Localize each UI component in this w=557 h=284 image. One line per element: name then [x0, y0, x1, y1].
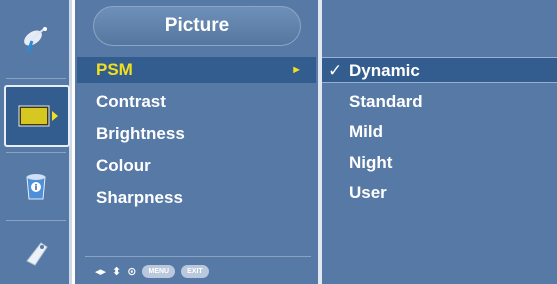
tag-icon: [26, 242, 48, 266]
sidebar-item-picture[interactable]: [4, 85, 70, 147]
svg-text:i: i: [35, 183, 38, 192]
menu-item-label: Sharpness: [96, 188, 183, 207]
submenu-item-label: Standard: [349, 92, 423, 111]
menu-item-psm[interactable]: PSM ►: [77, 57, 316, 83]
menu-item-colour[interactable]: Colour: [77, 153, 316, 179]
submenu-item-label: Night: [349, 153, 393, 172]
ok-button-icon: ⊙: [127, 265, 137, 278]
psm-submenu-panel: ✓ Dynamic Standard Mild Night User: [322, 0, 557, 284]
menu-item-label: Contrast: [96, 92, 166, 111]
sidebar-separator: [6, 78, 66, 79]
submenu-item-user[interactable]: User: [322, 180, 557, 206]
submenu-item-label: Mild: [349, 122, 383, 141]
osd-menu: i Picture PSM ► Contrast Brightness Colo…: [0, 0, 557, 284]
play-arrow-icon: ►: [291, 64, 302, 76]
menu-item-contrast[interactable]: Contrast: [77, 89, 316, 115]
submenu-item-dynamic[interactable]: ✓ Dynamic: [322, 57, 557, 83]
button-guide: ◂▸ ⬍ ⊙ MENU EXIT: [95, 261, 209, 281]
menu-item-label: PSM: [96, 60, 133, 79]
left-right-arrows-icon: ◂▸: [95, 265, 107, 278]
sidebar-separator: [6, 220, 66, 221]
exit-key-badge: EXIT: [181, 264, 209, 278]
menu-item-sharpness[interactable]: Sharpness: [77, 185, 316, 211]
menu-item-label: Colour: [96, 156, 151, 175]
up-down-arrows-icon: ⬍: [112, 265, 122, 278]
submenu-item-label: User: [349, 183, 387, 202]
menu-key-badge: MENU: [142, 264, 176, 278]
sidebar-item-station[interactable]: [6, 8, 66, 70]
menu-title: Picture: [93, 6, 301, 46]
submenu-item-label: Dynamic: [349, 61, 420, 80]
satellite-dish-icon: [24, 27, 47, 53]
sidebar: i: [0, 0, 72, 284]
sidebar-item-special[interactable]: i: [6, 156, 66, 218]
picture-menu-panel: Picture PSM ► Contrast Brightness Colour…: [75, 0, 318, 284]
sidebar-separator: [6, 152, 66, 153]
menu-item-brightness[interactable]: Brightness: [77, 121, 316, 147]
sidebar-item-setup[interactable]: [6, 222, 66, 284]
checkmark-icon: ✓: [328, 61, 343, 80]
info-bucket-icon: i: [26, 174, 46, 200]
menu-item-label: Brightness: [96, 124, 185, 143]
submenu-item-mild[interactable]: Mild: [322, 119, 557, 145]
footer-divider: [85, 256, 311, 257]
picture-icon: [18, 105, 58, 127]
submenu-item-standard[interactable]: Standard: [322, 89, 557, 115]
submenu-item-night[interactable]: Night: [322, 150, 557, 176]
